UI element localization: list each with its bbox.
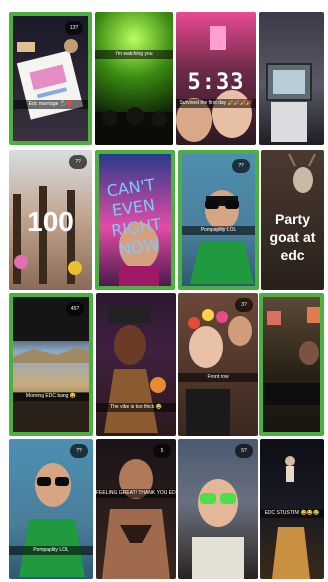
view-count-badge: 13? <box>65 21 83 35</box>
story-tile-7[interactable]: ?? Pompaplity LOL <box>178 150 259 290</box>
story-tile-8[interactable]: Party goat at edc <box>261 150 324 290</box>
story-caption: EDC STUSTIN! 😂😂😂 <box>260 509 324 518</box>
photo-card-marriage <box>16 39 84 120</box>
story-tile-11[interactable]: 3? Front row <box>178 293 258 436</box>
story-tile-4[interactable] <box>259 12 324 145</box>
story-tile-9[interactable]: 45? Morning EDC bang 😀 <box>9 293 93 436</box>
story-caption: Morning EDC bang 😀 <box>13 392 89 401</box>
handwritten-text: CAN'T EVEN RIGHT NOW <box>105 175 163 260</box>
story-tile-12[interactable] <box>259 293 324 436</box>
big-number-text: 100 <box>27 206 74 237</box>
selfie-photo <box>19 463 85 577</box>
story-tile-3[interactable]: 5:33 Survived the first day 🎉🎉🎉🎉 <box>176 12 256 145</box>
story-caption: The vibe is too thick 😂 <box>96 403 176 412</box>
view-count-badge: 3? <box>235 298 253 312</box>
tv-head-photo <box>266 63 312 142</box>
story-tile-6[interactable]: CAN'T EVEN RIGHT NOW <box>95 150 175 290</box>
crowd-photo <box>95 107 173 145</box>
selfie-photo <box>186 309 252 436</box>
story-tile-10[interactable]: The vibe is too thick 😂 <box>96 293 176 436</box>
story-caption: Survived the first day 🎉🎉🎉🎉 <box>176 99 256 108</box>
view-count-badge: ?? <box>69 155 87 169</box>
selfie-photo <box>192 479 244 579</box>
portrait-photo <box>104 307 166 433</box>
story-grid: 13? Edc marriage 💍❤️ I'm watching you 5:… <box>0 0 328 582</box>
story-tile-16[interactable]: EDC STUSTIN! 😂😂😂 <box>260 439 324 579</box>
story-caption: Front row <box>178 373 258 382</box>
story-caption: Edc marriage 💍❤️ <box>13 100 88 109</box>
story-tile-2[interactable]: I'm watching you <box>95 12 173 145</box>
dj-photo <box>263 307 320 405</box>
story-tile-13[interactable]: ?? Pompaplity LOL <box>9 439 93 579</box>
portrait-photo <box>102 459 170 579</box>
view-count-badge: 5 <box>153 444 171 458</box>
view-count-badge: 5? <box>235 444 253 458</box>
story-tile-5[interactable]: ?? 100 <box>9 150 92 290</box>
story-tile-14[interactable]: 5 FEELING GREAT! THANK YOU EDC <box>96 439 176 579</box>
view-count-badge: 45? <box>66 302 84 316</box>
story-caption: Pompaplity LOL <box>182 226 255 235</box>
overlay-headline: Party goat at edc <box>269 211 316 263</box>
story-tile-15[interactable]: 5? <box>178 439 258 579</box>
view-count-badge: ?? <box>70 444 88 458</box>
story-tile-1[interactable]: 13? Edc marriage 💍❤️ <box>9 12 92 145</box>
story-caption: FEELING GREAT! THANK YOU EDC <box>96 489 176 498</box>
story-caption: Pompaplity LOL <box>9 546 93 555</box>
story-caption: I'm watching you <box>95 50 173 59</box>
clock-sticker: 5:33 <box>187 70 245 95</box>
view-count-badge: ?? <box>232 159 250 173</box>
selfie-photo <box>190 190 254 284</box>
landscape-photo <box>13 297 89 432</box>
